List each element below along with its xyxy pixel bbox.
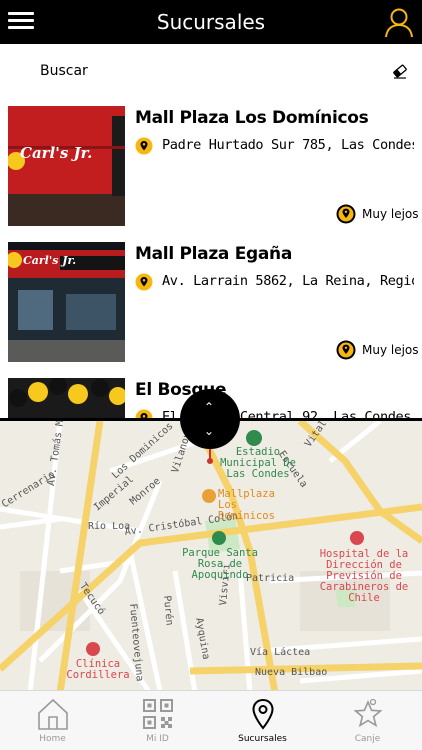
mall-label: Mallplaza Los Domínicos <box>218 488 275 522</box>
branch-distance: Muy lejos <box>362 343 419 357</box>
page-title: Sucursales <box>156 10 266 34</box>
tab-home[interactable]: Home <box>0 691 105 750</box>
branch-photo: Carl's Jr. <box>8 242 125 362</box>
clinic-label: Clínica Cordillera <box>66 658 130 681</box>
qr-code-icon <box>143 699 173 729</box>
branch-photo <box>8 378 125 418</box>
park-label: Parque Santa Rosa de Apoquindo <box>182 547 258 581</box>
tab-label: Mi ID <box>146 734 169 744</box>
location-pin-icon <box>252 698 274 730</box>
home-icon <box>38 698 68 730</box>
distance-pin-icon <box>336 204 356 224</box>
stadium-label: Estadio Municipal De Las Condes <box>220 446 296 480</box>
branch-name: Mall Plaza Egaña <box>135 244 293 264</box>
branch-photo: Carl's Jr. <box>8 106 125 226</box>
street-label: Vía Láctea <box>250 647 311 658</box>
chevron-down-icon: ⌄ <box>204 424 215 438</box>
restaurant-sign: Carl's Jr. <box>23 254 77 267</box>
location-pin-icon <box>135 409 153 418</box>
branch-address: Av. Larrain 5862, La Reina, Región M... <box>162 273 414 289</box>
star-icon <box>353 698 383 728</box>
branch-list: Carl's Jr. Mall Plaza Los Domínicos Padr… <box>0 96 422 418</box>
branch-name: Mall Plaza Los Domínicos <box>135 108 369 128</box>
map-view[interactable]: Av. Tomás Moro Los Dominicos Vilanova Im… <box>0 418 422 690</box>
tab-label: Sucursales <box>238 734 287 744</box>
branch-address: Padre Hurtado Sur 785, Las Condes,... <box>162 137 414 153</box>
hospital-label: Hospital de la Dirección de Previsión de… <box>319 548 409 604</box>
restaurant-sign: Carl's Jr. <box>20 144 93 162</box>
top-bar: Sucursales <box>0 0 422 44</box>
location-pin-icon <box>135 137 153 155</box>
tab-label: Canje <box>354 734 381 744</box>
tab-label: Home <box>39 734 66 744</box>
tab-sucursales[interactable]: Sucursales <box>210 691 315 750</box>
eraser-icon[interactable] <box>392 63 408 79</box>
profile-icon[interactable] <box>384 6 414 38</box>
branch-distance: Muy lejos <box>362 207 419 221</box>
tab-canje[interactable]: Canje <box>315 691 420 750</box>
location-pin-icon <box>135 273 153 291</box>
search-bar <box>0 44 422 96</box>
tab-mi-id[interactable]: Mi ID <box>105 691 210 750</box>
branch-card[interactable]: Carl's Jr. Mall Plaza Los Domínicos Padr… <box>0 96 422 233</box>
distance-pin-icon <box>336 340 356 360</box>
street-label: Nueva Bilbao <box>255 667 328 678</box>
search-input[interactable] <box>40 60 370 82</box>
branch-card[interactable]: Carl's Jr. Mall Plaza Egaña Av. Larrain … <box>0 232 422 369</box>
chevron-up-icon: ⌃ <box>204 400 215 414</box>
tab-bar: Home Mi ID Sucursales Canje <box>0 690 422 750</box>
expand-collapse-toggle[interactable]: ⌃ ⌄ <box>180 389 240 449</box>
